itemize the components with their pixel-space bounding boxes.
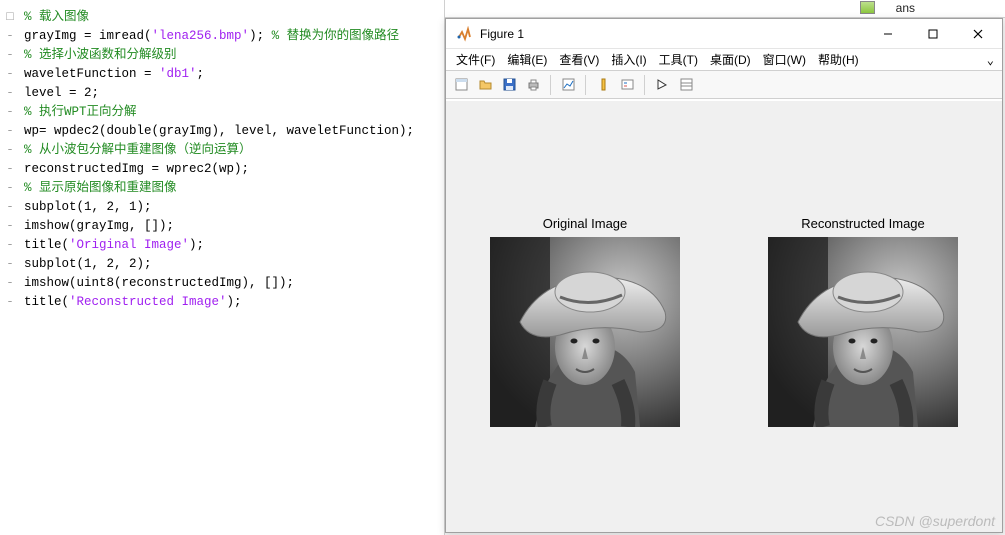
- code-line[interactable]: -level = 2;: [0, 84, 444, 103]
- code-line[interactable]: -subplot(1, 2, 2);: [0, 255, 444, 274]
- window-title: Figure 1: [480, 27, 865, 41]
- variable-icon: [860, 1, 875, 14]
- code-content: % 载入图像: [16, 8, 444, 27]
- code-content: title('Original Image');: [16, 236, 444, 255]
- code-editor[interactable]: □% 载入图像-grayImg = imread('lena256.bmp');…: [0, 0, 445, 535]
- gutter-dash: -: [4, 122, 16, 141]
- variable-name: ans: [896, 1, 915, 15]
- code-line[interactable]: -title('Reconstructed Image');: [0, 293, 444, 312]
- code-line[interactable]: -title('Original Image');: [0, 236, 444, 255]
- gutter-dash: -: [4, 160, 16, 179]
- code-line[interactable]: -reconstructedImg = wprec2(wp);: [0, 160, 444, 179]
- code-line[interactable]: -% 从小波包分解中重建图像（逆向运算）: [0, 141, 444, 160]
- gutter-dash: -: [4, 217, 16, 236]
- subplot-title: Reconstructed Image: [801, 216, 925, 231]
- code-content: reconstructedImg = wprec2(wp);: [16, 160, 444, 179]
- code-content: imshow(uint8(reconstructedImg), []);: [16, 274, 444, 293]
- code-content: waveletFunction = 'db1';: [16, 65, 444, 84]
- code-content: % 显示原始图像和重建图像: [16, 179, 444, 198]
- subplot-title: Original Image: [543, 216, 628, 231]
- code-line[interactable]: -imshow(uint8(reconstructedImg), []);: [0, 274, 444, 293]
- reconstructed-image: [768, 237, 958, 427]
- code-content: wp= wpdec2(double(grayImg), level, wavel…: [16, 122, 444, 141]
- gutter-dash: -: [4, 84, 16, 103]
- gutter-dash: -: [4, 46, 16, 65]
- insert-colorbar-icon[interactable]: [592, 74, 614, 96]
- code-content: % 执行WPT正向分解: [16, 103, 444, 122]
- code-content: level = 2;: [16, 84, 444, 103]
- gutter-dash: -: [4, 65, 16, 84]
- titlebar[interactable]: Figure 1: [446, 19, 1002, 49]
- close-button[interactable]: [955, 19, 1000, 49]
- print-icon[interactable]: [522, 74, 544, 96]
- minimize-button[interactable]: [865, 19, 910, 49]
- original-image: [490, 237, 680, 427]
- code-line[interactable]: -subplot(1, 2, 1);: [0, 198, 444, 217]
- code-line[interactable]: -waveletFunction = 'db1';: [0, 65, 444, 84]
- menubar[interactable]: 文件(F) 编辑(E) 查看(V) 插入(I) 工具(T) 桌面(D) 窗口(W…: [446, 49, 1002, 71]
- code-line[interactable]: -imshow(grayImg, []);: [0, 217, 444, 236]
- new-figure-icon[interactable]: [450, 74, 472, 96]
- gutter-dash: -: [4, 103, 16, 122]
- separator-icon: [585, 75, 586, 95]
- separator-icon: [550, 75, 551, 95]
- link-plot-icon[interactable]: [557, 74, 579, 96]
- gutter-dash: -: [4, 141, 16, 160]
- open-icon[interactable]: [474, 74, 496, 96]
- code-content: grayImg = imread('lena256.bmp'); % 替换为你的…: [16, 27, 444, 46]
- menu-file[interactable]: 文件(F): [450, 51, 501, 68]
- menu-insert[interactable]: 插入(I): [605, 51, 652, 68]
- workspace-strip: ans: [445, 0, 1005, 18]
- code-content: % 从小波包分解中重建图像（逆向运算）: [16, 141, 444, 160]
- code-content: % 选择小波函数和分解级别: [16, 46, 444, 65]
- matlab-icon: [456, 26, 472, 42]
- menu-help[interactable]: 帮助(H): [812, 51, 865, 68]
- figure-window[interactable]: Figure 1 文件(F) 编辑(E) 查看(V) 插入(I) 工具(T) 桌…: [445, 18, 1003, 533]
- subplot-original: Original Image: [490, 216, 680, 427]
- menu-tools[interactable]: 工具(T): [653, 51, 704, 68]
- menu-window[interactable]: 窗口(W): [757, 51, 812, 68]
- edit-plot-icon[interactable]: [651, 74, 673, 96]
- maximize-button[interactable]: [910, 19, 955, 49]
- gutter-dash: -: [4, 255, 16, 274]
- code-line[interactable]: -wp= wpdec2(double(grayImg), level, wave…: [0, 122, 444, 141]
- menu-view[interactable]: 查看(V): [553, 51, 605, 68]
- save-icon[interactable]: [498, 74, 520, 96]
- separator-icon: [644, 75, 645, 95]
- code-line[interactable]: -% 执行WPT正向分解: [0, 103, 444, 122]
- gutter-dash: -: [4, 236, 16, 255]
- property-inspector-icon[interactable]: [675, 74, 697, 96]
- figure-canvas: Original Image: [446, 101, 1002, 532]
- gutter-dash: -: [4, 274, 16, 293]
- code-line[interactable]: -% 显示原始图像和重建图像: [0, 179, 444, 198]
- watermark: CSDN @superdont: [875, 513, 995, 529]
- toolbar: [446, 71, 1002, 99]
- code-line[interactable]: -% 选择小波函数和分解级别: [0, 46, 444, 65]
- gutter-dash: □: [4, 8, 16, 27]
- gutter-dash: -: [4, 179, 16, 198]
- code-content: subplot(1, 2, 2);: [16, 255, 444, 274]
- code-content: title('Reconstructed Image');: [16, 293, 444, 312]
- insert-legend-icon[interactable]: [616, 74, 638, 96]
- code-content: imshow(grayImg, []);: [16, 217, 444, 236]
- menu-desktop[interactable]: 桌面(D): [704, 51, 757, 68]
- code-line[interactable]: □% 载入图像: [0, 8, 444, 27]
- gutter-dash: -: [4, 198, 16, 217]
- code-content: subplot(1, 2, 1);: [16, 198, 444, 217]
- subplot-reconstructed: Reconstructed Image: [768, 216, 958, 427]
- gutter-dash: -: [4, 293, 16, 312]
- code-line[interactable]: -grayImg = imread('lena256.bmp'); % 替换为你…: [0, 27, 444, 46]
- menu-edit[interactable]: 编辑(E): [501, 51, 553, 68]
- expand-icon[interactable]: ⌄: [983, 53, 998, 67]
- gutter-dash: -: [4, 27, 16, 46]
